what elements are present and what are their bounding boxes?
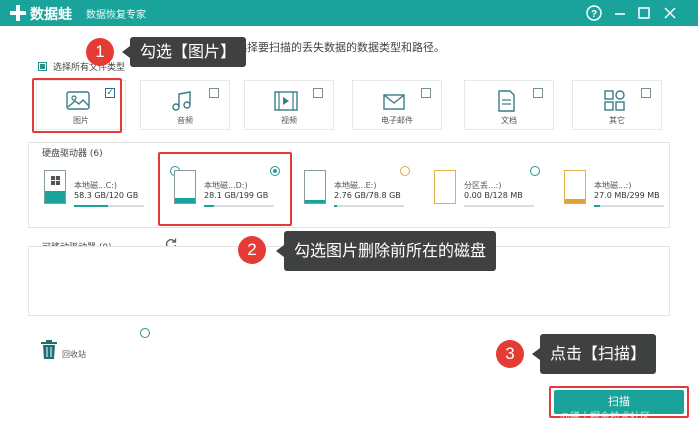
- disk-item[interactable]: 本地磁...E:) 2.76 GB/78.8 GB: [294, 164, 424, 214]
- type-label: 音频: [177, 116, 193, 125]
- help-icon[interactable]: ?: [584, 3, 604, 23]
- disk-name: 本地磁...:): [594, 181, 632, 190]
- annotation-tip-3: 点击【扫描】: [531, 334, 657, 374]
- hard-drives-title: 硬盘驱动器 (6): [42, 149, 103, 159]
- disk-usage-bar: [334, 205, 404, 207]
- title-bar: 数据蛙 数据恢复专家 ?: [0, 0, 698, 26]
- mail-icon: [383, 94, 405, 110]
- disk-name: 本地磁...E:): [334, 181, 377, 190]
- disk-size: 2.76 GB/78.8 GB: [334, 191, 401, 200]
- select-all-box[interactable]: [38, 62, 47, 71]
- disk-name: 本地磁...C:): [74, 181, 118, 190]
- minimize-icon[interactable]: [610, 3, 630, 23]
- disk-usage-bar: [464, 205, 534, 207]
- app-name: 数据蛙: [30, 7, 72, 23]
- type-label: 电子邮件: [381, 116, 413, 125]
- disk-icon: [304, 170, 326, 204]
- audio-checkbox[interactable]: [209, 88, 219, 98]
- annotation-badge-2: 2: [238, 236, 266, 264]
- type-card-others[interactable]: 其它: [572, 80, 662, 130]
- disk-item[interactable]: 本地磁...C:) 58.3 GB/120 GB: [34, 164, 180, 214]
- close-icon[interactable]: [660, 3, 680, 23]
- select-all-label: 选择所有文件类型: [53, 63, 126, 73]
- disk-icon: [564, 170, 586, 204]
- recycle-bin-icon[interactable]: [40, 340, 58, 360]
- type-card-video[interactable]: 视频: [244, 80, 334, 130]
- annotation-box-disk: [158, 152, 292, 226]
- annotation-badge-1: 1: [86, 38, 114, 66]
- app-logo-icon: [10, 5, 26, 21]
- document-icon: [498, 90, 515, 112]
- maximize-icon[interactable]: [634, 3, 654, 23]
- disk-size: 0.00 B/128 MB: [464, 191, 523, 200]
- disk-name: 分区丢...:): [464, 181, 502, 190]
- disk-usage-bar: [594, 205, 664, 207]
- select-all-checkbox[interactable]: 选择所有文件类型: [38, 60, 125, 73]
- type-label: 文档: [501, 116, 517, 125]
- type-card-email[interactable]: 电子邮件: [352, 80, 442, 130]
- annotation-badge-3: 3: [496, 340, 524, 368]
- disk-icon: [44, 170, 66, 204]
- windows-icon: [51, 176, 60, 185]
- type-card-audio[interactable]: 音频: [140, 80, 230, 130]
- instruction-text: 选择要扫描的丢失数据的数据类型和路径。: [236, 41, 445, 54]
- disk-radio[interactable]: [400, 166, 410, 176]
- recycle-bin-label[interactable]: 回收站: [62, 349, 86, 360]
- svg-text:?: ?: [591, 9, 597, 20]
- type-card-documents[interactable]: 文档: [464, 80, 554, 130]
- others-icon: [604, 90, 625, 111]
- music-icon: [172, 91, 191, 111]
- documents-checkbox[interactable]: [533, 88, 543, 98]
- annotation-tip-1: 勾选【图片】: [121, 37, 247, 67]
- type-label: 其它: [609, 116, 625, 125]
- disk-usage-bar: [74, 205, 144, 207]
- annotation-box-images: [32, 78, 122, 133]
- watermark: @稀土掘金技术社区: [560, 412, 650, 423]
- video-icon: [274, 91, 298, 111]
- others-checkbox[interactable]: [641, 88, 651, 98]
- type-label: 视频: [281, 116, 297, 125]
- disk-item[interactable]: 分区丢...:) 0.00 B/128 MB: [424, 164, 554, 214]
- app-subtitle: 数据恢复专家: [86, 10, 146, 21]
- disk-radio[interactable]: [530, 166, 540, 176]
- disk-item[interactable]: 本地磁...:) 27.0 MB/299 MB: [554, 164, 684, 214]
- disk-size: 58.3 GB/120 GB: [74, 191, 139, 200]
- disk-icon: [434, 170, 456, 204]
- disk-size: 27.0 MB/299 MB: [594, 191, 660, 200]
- recycle-radio[interactable]: [140, 328, 150, 338]
- annotation-tip-2: 勾选图片删除前所在的磁盘: [275, 231, 497, 271]
- video-checkbox[interactable]: [313, 88, 323, 98]
- email-checkbox[interactable]: [421, 88, 431, 98]
